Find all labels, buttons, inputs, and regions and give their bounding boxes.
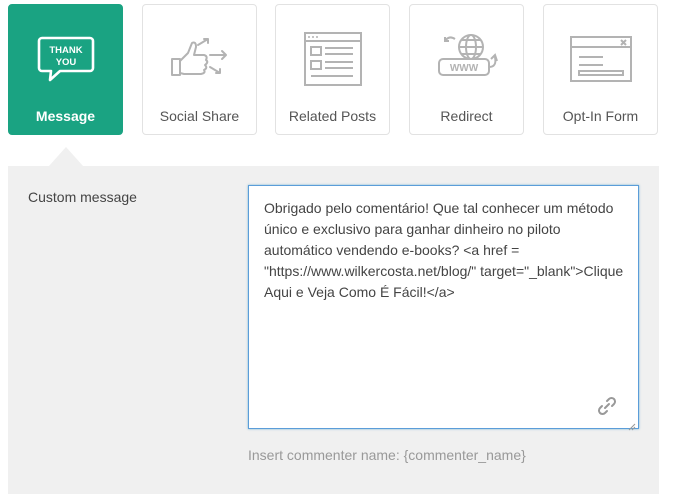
tab-optin-form[interactable]: Opt-In Form xyxy=(543,4,658,135)
tab-social-share[interactable]: Social Share xyxy=(142,4,257,135)
document-list-icon xyxy=(276,32,389,91)
tab-label: Redirect xyxy=(440,108,493,124)
custom-message-textarea[interactable]: Obrigado pelo comentário! Que tal conhec… xyxy=(248,185,639,431)
tab-redirect[interactable]: WWW Redirect xyxy=(409,4,524,135)
tab-label: Social Share xyxy=(159,108,240,124)
resize-handle-icon[interactable] xyxy=(628,418,636,431)
commenter-name-hint: Insert commenter name: {commenter_name} xyxy=(248,447,526,463)
tab-related-posts[interactable]: Related Posts xyxy=(275,4,390,135)
custom-message-label: Custom message xyxy=(28,189,137,205)
icon-text-thank: THANK xyxy=(49,45,82,56)
active-tab-pointer xyxy=(49,147,83,166)
optin-window-icon xyxy=(544,35,657,91)
tab-label: Opt-In Form xyxy=(562,108,639,124)
thank-you-bubble-icon: THANK YOU xyxy=(9,35,122,91)
icon-text-www: WWW xyxy=(449,63,478,74)
globe-www-icon: WWW xyxy=(410,34,523,91)
thumbs-up-share-icon xyxy=(143,35,256,91)
custom-message-value[interactable]: Obrigado pelo comentário! Que tal conhec… xyxy=(264,198,624,303)
insert-link-icon[interactable] xyxy=(596,395,618,417)
tab-label: Message xyxy=(35,108,96,124)
tab-label: Related Posts xyxy=(288,108,377,124)
icon-text-you: YOU xyxy=(55,57,76,68)
tab-message[interactable]: THANK YOU Message xyxy=(8,4,123,135)
